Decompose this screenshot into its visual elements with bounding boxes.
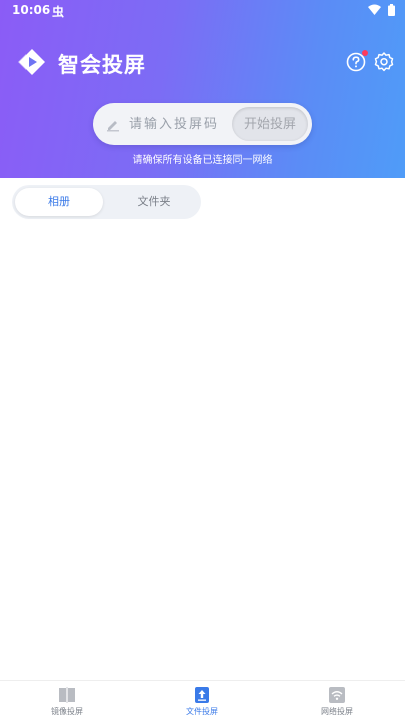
wifi-signal-icon bbox=[368, 4, 381, 15]
settings-button[interactable] bbox=[373, 51, 395, 73]
book-icon bbox=[59, 687, 75, 703]
nav-label: 文件投屏 bbox=[186, 707, 218, 716]
gear-icon bbox=[374, 52, 394, 72]
help-button[interactable] bbox=[345, 50, 368, 73]
file-upload-icon bbox=[195, 687, 209, 703]
nav-label: 镜像投屏 bbox=[51, 707, 83, 716]
app-title: 智会投屏 bbox=[58, 53, 146, 77]
bottom-nav: 镜像投屏 文件投屏 网络投屏 bbox=[0, 680, 405, 721]
battery-icon bbox=[388, 4, 395, 16]
network-hint: 请确保所有设备已连接同一网络 bbox=[132, 155, 273, 166]
source-tabs: 相册 文件夹 bbox=[12, 185, 201, 219]
nav-file-cast[interactable]: 文件投屏 bbox=[167, 686, 237, 717]
notification-bug-icon: 虫 bbox=[52, 5, 65, 19]
start-cast-button[interactable]: 开始投屏 bbox=[232, 107, 308, 141]
tab-album[interactable]: 相册 bbox=[15, 188, 103, 216]
code-input-box: 开始投屏 bbox=[93, 103, 312, 145]
wifi-icon bbox=[329, 687, 345, 703]
app-logo-icon bbox=[18, 49, 45, 75]
nav-mirror-cast[interactable]: 镜像投屏 bbox=[32, 686, 102, 717]
notification-dot bbox=[362, 50, 368, 56]
status-time: 10:06 bbox=[12, 3, 51, 17]
status-bar: 10:06 虫 bbox=[0, 0, 405, 22]
nav-label: 网络投屏 bbox=[321, 707, 353, 716]
tab-folder[interactable]: 文件夹 bbox=[110, 188, 198, 216]
nav-network-cast[interactable]: 网络投屏 bbox=[302, 686, 372, 717]
pen-icon bbox=[107, 121, 119, 132]
header: 10:06 虫 智会投屏 请输入投屏码 开始投屏 请确保所有设备已连接同一网络 bbox=[0, 0, 405, 178]
screen-code-input[interactable] bbox=[129, 113, 229, 135]
